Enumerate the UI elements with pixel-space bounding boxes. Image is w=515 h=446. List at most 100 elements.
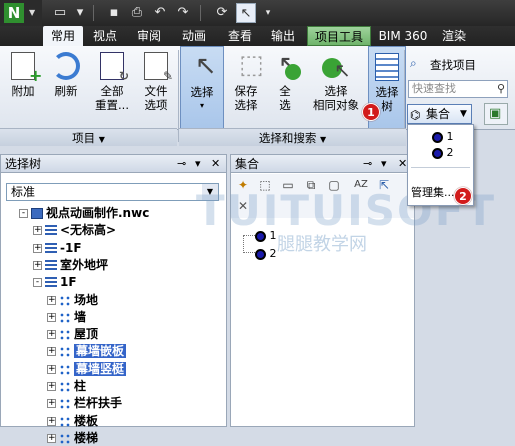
set-item[interactable]: 2: [255, 246, 277, 262]
tab-viewpoint[interactable]: 视点: [86, 26, 124, 46]
application-menu-button[interactable]: N ▼: [0, 0, 42, 26]
reset-all-button[interactable]: ↻ 全部 重置...: [90, 46, 134, 130]
tree-node[interactable]: + 楼板: [47, 413, 98, 429]
quick-find-input[interactable]: 快速查找 ⚲: [408, 80, 508, 98]
expand-icon[interactable]: +: [47, 399, 56, 409]
pin-icon[interactable]: ⊸: [363, 155, 372, 173]
sets-menu-item-2[interactable]: 2: [408, 145, 473, 161]
sets-dropdown-button[interactable]: ⌬ 集合 ▼: [407, 104, 472, 124]
expand-icon[interactable]: +: [47, 312, 56, 322]
tree-node[interactable]: + 墙: [47, 309, 86, 325]
tree-node[interactable]: - 1F: [33, 274, 77, 290]
select-all-label-2: 选: [279, 98, 291, 112]
tree-mode-select[interactable]: 标准 ▼: [6, 183, 219, 201]
file-options-button[interactable]: ✎ 文件 选项: [136, 46, 176, 130]
selection-tree-title: 选择树: [5, 157, 42, 171]
tab-home[interactable]: 常用: [43, 26, 83, 46]
tree-node[interactable]: + 柱: [47, 378, 86, 394]
select-all-icon: ↖: [269, 50, 301, 82]
select-cursor-icon[interactable]: ↖: [236, 3, 256, 23]
collapse-icon[interactable]: -: [33, 278, 42, 288]
expand-icon[interactable]: +: [47, 295, 56, 305]
tree-node[interactable]: - 视点动画制作.nwc: [19, 205, 149, 221]
expand-icon[interactable]: +: [47, 382, 56, 391]
reset-all-label-2: 重置...: [95, 98, 129, 112]
reset-all-label-1: 全部: [100, 84, 124, 98]
find-items-panel-button[interactable]: ▣: [484, 103, 508, 125]
find-items-label: 查找项目: [430, 58, 476, 72]
append-button[interactable]: + 附加: [2, 46, 44, 130]
tab-item-tools[interactable]: 项目工具: [307, 26, 371, 46]
panel-select-search-title[interactable]: 选择和搜索 ▼: [179, 128, 406, 146]
expand-icon[interactable]: +: [33, 260, 42, 270]
tab-render[interactable]: 渲染: [434, 26, 474, 46]
tree-node[interactable]: + 屋顶: [47, 326, 98, 342]
group-icon: [59, 381, 71, 392]
binoculars-icon[interactable]: ⚲: [497, 81, 505, 97]
redo-icon[interactable]: ↷: [173, 3, 193, 23]
tree-node-label: 墙: [74, 309, 87, 324]
select-all-button[interactable]: ↖ 全 选: [268, 46, 302, 130]
save-selection-label-1: 保存: [234, 84, 258, 98]
group-icon: [59, 311, 71, 323]
tree-node-label: -1F: [60, 240, 82, 255]
group-icon: [59, 363, 71, 375]
tree-node[interactable]: + 栏杆扶手: [47, 395, 122, 411]
refresh-icon[interactable]: ⟳: [212, 3, 232, 23]
save-selection-button[interactable]: ⬚ 保存 选择: [226, 46, 266, 130]
panel-project-label: 项目: [72, 131, 96, 145]
expand-icon[interactable]: +: [33, 243, 42, 253]
select-same-button[interactable]: ↖ 选择 相同对象: [306, 46, 366, 130]
customize-dropdown-icon[interactable]: ▾: [258, 3, 278, 23]
tab-review[interactable]: 审阅: [129, 26, 169, 46]
tab-output[interactable]: 输出: [263, 26, 303, 46]
panel-project-title[interactable]: 项目 ▼: [0, 128, 177, 146]
tree-node[interactable]: + 场地: [47, 292, 98, 308]
expand-icon[interactable]: +: [47, 433, 56, 443]
close-icon[interactable]: ✕: [211, 155, 220, 173]
expand-icon[interactable]: +: [47, 416, 56, 426]
expand-icon[interactable]: +: [47, 347, 56, 357]
expand-icon[interactable]: +: [47, 364, 56, 374]
sets-menu-item-label: 2: [446, 146, 454, 159]
layer-icon: [45, 242, 57, 254]
file-options-label-2: 选项: [144, 98, 168, 112]
layer-icon: [45, 225, 57, 237]
tree-node[interactable]: + 幕墙竖梃: [47, 361, 127, 377]
refresh-button[interactable]: 刷新: [45, 46, 87, 130]
tree-node-label: 楼板: [74, 413, 99, 428]
chevron-down-icon[interactable]: ▾: [195, 155, 201, 173]
undo-icon[interactable]: ↶: [150, 3, 170, 23]
new-file-icon[interactable]: ▭: [50, 3, 70, 23]
tab-animation[interactable]: 动画: [174, 26, 214, 46]
expand-icon[interactable]: +: [47, 330, 56, 340]
find-panel-icon: ▣: [489, 106, 502, 121]
tab-bim360[interactable]: BIM 360: [378, 26, 428, 46]
expand-icon[interactable]: +: [33, 226, 42, 236]
tree-node[interactable]: + -1F: [33, 240, 82, 256]
chevron-down-icon[interactable]: ▾: [381, 155, 387, 173]
pin-icon[interactable]: ⊸: [177, 155, 186, 173]
collapse-icon[interactable]: -: [19, 209, 28, 218]
tree-node[interactable]: + 幕墙嵌板: [47, 343, 127, 359]
group-icon: [59, 415, 71, 427]
watermark-text: 腿腿教学网: [277, 234, 367, 255]
sets-menu-item-label: 1: [446, 130, 454, 143]
tree-node[interactable]: + 楼梯: [47, 430, 98, 446]
save-icon[interactable]: ▪: [104, 3, 124, 23]
find-items-button[interactable]: ⌕ 查找项目: [408, 56, 512, 74]
select-same-label-1: 选择: [324, 84, 348, 98]
sets-header: 集合 ⊸ ▾ ✕: [231, 155, 414, 173]
save-selection-label-2: 选择: [234, 98, 258, 112]
select-button[interactable]: ↖ 选择 ▾: [180, 46, 224, 130]
print-icon[interactable]: ⎙: [127, 3, 147, 23]
menu-separator: [411, 167, 470, 168]
sets-menu-item-1[interactable]: 1: [408, 129, 473, 145]
close-icon[interactable]: ✕: [398, 155, 407, 173]
tab-view[interactable]: 查看: [220, 26, 260, 46]
sets-tree-connector: [243, 235, 255, 253]
tree-node[interactable]: + <无标高>: [33, 222, 116, 238]
open-folder-icon[interactable]: ▾: [70, 3, 90, 23]
tree-node[interactable]: + 室外地坪: [33, 257, 108, 273]
navisworks-logo-icon: N: [4, 3, 24, 23]
